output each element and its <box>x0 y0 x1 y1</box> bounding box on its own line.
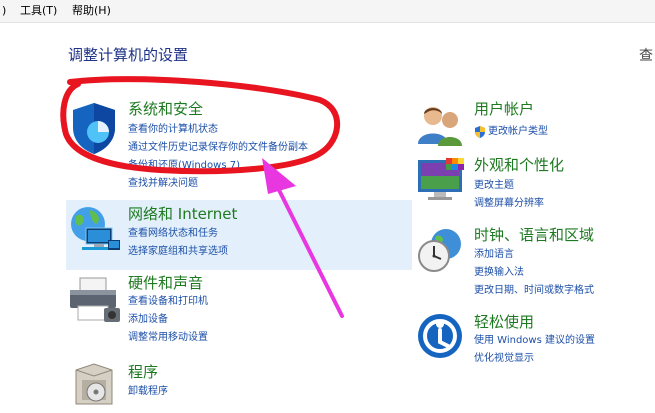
link-change-theme[interactable]: 更改主题 <box>474 180 514 192</box>
menu-tools[interactable]: 工具(T) <box>20 5 57 17</box>
clock-globe-icon[interactable] <box>416 226 466 276</box>
category-title-clock-language[interactable]: 时钟、语言和区域 <box>474 226 594 244</box>
category-title-appearance[interactable]: 外观和个性化 <box>474 156 564 174</box>
link-uninstall-program[interactable]: 卸载程序 <box>128 386 168 398</box>
link-mobility-settings[interactable]: 调整常用移动设置 <box>128 332 208 344</box>
link-optimize-visual[interactable]: 优化视觉显示 <box>474 353 534 365</box>
link-devices-printers[interactable]: 查看设备和打印机 <box>128 296 208 308</box>
link-windows-recommended[interactable]: 使用 Windows 建议的设置 <box>474 335 595 347</box>
category-title-system-security[interactable]: 系统和安全 <box>128 100 203 118</box>
category-title-user-accounts[interactable]: 用户帐户 <box>474 100 534 118</box>
link-view-computer-status[interactable]: 查看你的计算机状态 <box>128 124 218 136</box>
user-accounts-icon[interactable] <box>416 102 466 148</box>
category-title-programs[interactable]: 程序 <box>128 363 158 381</box>
network-globe-icon[interactable] <box>68 202 122 256</box>
menu-bar: ) 工具(T) 帮助(H) <box>0 0 655 23</box>
link-change-input-method[interactable]: 更换输入法 <box>474 267 524 279</box>
uac-shield-icon <box>475 126 485 138</box>
printer-icon[interactable] <box>66 276 122 326</box>
category-title-ease-of-access[interactable]: 轻松使用 <box>474 313 534 331</box>
link-screen-resolution[interactable]: 调整屏幕分辨率 <box>474 198 544 210</box>
change-account-type-row[interactable]: 更改帐户类型 <box>474 126 548 138</box>
link-change-date-time-format[interactable]: 更改日期、时间或数字格式 <box>474 285 594 297</box>
programs-box-icon[interactable] <box>72 360 116 408</box>
link-homegroup-sharing[interactable]: 选择家庭组和共享选项 <box>128 246 228 258</box>
link-change-account-type[interactable]: 更改帐户类型 <box>488 126 548 138</box>
appearance-monitor-icon[interactable] <box>416 156 466 202</box>
link-troubleshoot[interactable]: 查找并解决问题 <box>128 178 198 190</box>
link-backup-restore[interactable]: 备份和还原(Windows 7) <box>128 160 240 172</box>
category-title-network[interactable]: 网络和 Internet <box>128 205 237 223</box>
link-add-language[interactable]: 添加语言 <box>474 249 514 261</box>
arrow-head <box>262 158 296 194</box>
link-network-status[interactable]: 查看网络状态和任务 <box>128 228 218 240</box>
menu-fragment: ) <box>2 4 7 17</box>
view-by-label[interactable]: 查 <box>639 45 655 65</box>
shield-icon[interactable] <box>68 100 120 156</box>
menu-help[interactable]: 帮助(H) <box>72 5 111 17</box>
page-title: 调整计算机的设置 <box>68 46 189 64</box>
category-title-hardware[interactable]: 硬件和声音 <box>128 274 203 292</box>
link-add-device[interactable]: 添加设备 <box>128 314 168 326</box>
link-file-history[interactable]: 通过文件历史记录保存你的文件备份副本 <box>128 142 308 154</box>
ease-of-access-icon[interactable] <box>416 312 464 360</box>
